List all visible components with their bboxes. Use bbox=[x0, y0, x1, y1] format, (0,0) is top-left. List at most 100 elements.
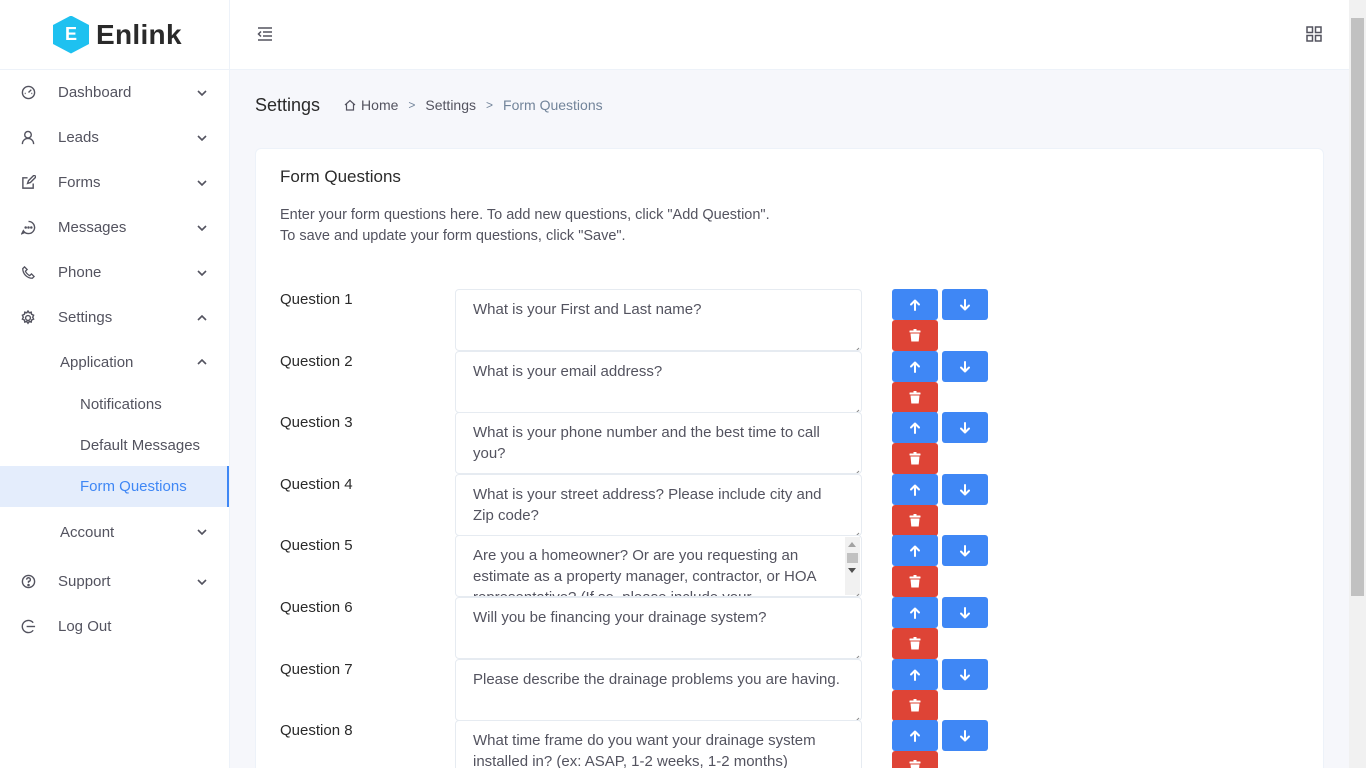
top-header bbox=[230, 0, 1349, 70]
move-down-button[interactable] bbox=[942, 412, 988, 443]
arrow-up-icon bbox=[909, 299, 921, 311]
logout-icon bbox=[20, 619, 36, 635]
question-textarea[interactable]: What is your First and Last name? bbox=[455, 289, 862, 351]
sidebar-item-notifications[interactable]: Notifications bbox=[0, 384, 229, 425]
arrow-down-icon bbox=[959, 606, 971, 619]
arrow-down-icon bbox=[959, 544, 971, 557]
resize-handle-icon[interactable] bbox=[851, 525, 860, 535]
move-down-button[interactable] bbox=[942, 597, 988, 628]
question-label: Question 6 bbox=[280, 599, 353, 616]
question-row: Question 2 What is your email address? bbox=[256, 351, 1323, 413]
trash-icon bbox=[909, 329, 921, 342]
breadcrumb-current: Form Questions bbox=[503, 97, 603, 113]
sidebar-item-logout[interactable]: Log Out bbox=[0, 604, 229, 649]
resize-handle-icon[interactable] bbox=[851, 463, 860, 473]
question-text: What time frame do you want your drainag… bbox=[473, 732, 816, 768]
move-down-button[interactable] bbox=[942, 351, 988, 382]
question-row: Question 5 Are you a homeowner? Or are yo… bbox=[256, 535, 1323, 597]
sidebar-item-default-messages[interactable]: Default Messages bbox=[0, 425, 229, 466]
question-icon bbox=[20, 574, 36, 590]
delete-question-button[interactable] bbox=[892, 566, 938, 597]
sidebar-item-account[interactable]: Account bbox=[0, 510, 229, 554]
move-down-button[interactable] bbox=[942, 720, 988, 751]
question-textarea[interactable]: Will you be financing your drainage syst… bbox=[455, 597, 862, 659]
move-up-button[interactable] bbox=[892, 474, 938, 505]
question-textarea[interactable]: What is your email address? bbox=[455, 351, 862, 413]
question-text: Will you be financing your drainage syst… bbox=[473, 609, 767, 626]
question-textarea[interactable]: What is your street address? Please incl… bbox=[455, 474, 862, 536]
delete-question-button[interactable] bbox=[892, 320, 938, 351]
sidebar-item-label: Leads bbox=[58, 129, 99, 146]
delete-question-button[interactable] bbox=[892, 690, 938, 721]
resize-handle-icon[interactable] bbox=[851, 710, 860, 720]
breadcrumb-home-label: Home bbox=[361, 97, 399, 113]
sidebar-item-label: Form Questions bbox=[80, 478, 187, 495]
scroll-up-icon[interactable] bbox=[848, 542, 856, 547]
question-label: Question 3 bbox=[280, 414, 353, 431]
sidebar-item-phone[interactable]: Phone bbox=[0, 250, 229, 295]
resize-handle-icon[interactable] bbox=[851, 402, 860, 412]
sidebar-item-support[interactable]: Support bbox=[0, 559, 229, 604]
resize-handle-icon[interactable] bbox=[851, 648, 860, 658]
breadcrumb-settings[interactable]: Settings bbox=[425, 97, 476, 113]
sidebar-item-forms[interactable]: Forms bbox=[0, 160, 229, 205]
move-down-button[interactable] bbox=[942, 535, 988, 566]
sidebar-item-settings[interactable]: Settings bbox=[0, 295, 229, 340]
home-icon bbox=[344, 99, 356, 111]
delete-question-button[interactable] bbox=[892, 628, 938, 659]
question-textarea[interactable]: What is your phone number and the best t… bbox=[455, 412, 862, 474]
delete-question-button[interactable] bbox=[892, 751, 938, 768]
sidebar-item-application[interactable]: Application bbox=[0, 340, 229, 384]
arrow-up-icon bbox=[909, 484, 921, 496]
move-up-button[interactable] bbox=[892, 535, 938, 566]
move-up-button[interactable] bbox=[892, 351, 938, 382]
question-textarea[interactable]: Please describe the drainage problems yo… bbox=[455, 659, 862, 721]
trash-icon bbox=[909, 391, 921, 404]
move-up-button[interactable] bbox=[892, 289, 938, 320]
delete-question-button[interactable] bbox=[892, 505, 938, 536]
move-up-button[interactable] bbox=[892, 659, 938, 690]
arrow-down-icon bbox=[959, 668, 971, 681]
apps-grid-icon[interactable] bbox=[1306, 26, 1322, 42]
delete-question-button[interactable] bbox=[892, 382, 938, 413]
move-down-button[interactable] bbox=[942, 289, 988, 320]
sidebar-item-form-questions[interactable]: Form Questions bbox=[0, 466, 229, 507]
chevron-down-icon bbox=[197, 577, 207, 587]
arrow-up-icon bbox=[909, 607, 921, 619]
move-down-button[interactable] bbox=[942, 659, 988, 690]
sidebar-item-dashboard[interactable]: Dashboard bbox=[0, 70, 229, 115]
trash-icon bbox=[909, 699, 921, 712]
page-scrollbar[interactable] bbox=[1349, 0, 1366, 768]
chevron-down-icon bbox=[197, 133, 207, 143]
chevron-up-icon bbox=[197, 313, 207, 323]
delete-question-button[interactable] bbox=[892, 443, 938, 474]
move-down-button[interactable] bbox=[942, 474, 988, 505]
scrollbar-thumb[interactable] bbox=[1351, 18, 1364, 596]
sidebar-item-leads[interactable]: Leads bbox=[0, 115, 229, 160]
question-textarea[interactable]: What time frame do you want your drainag… bbox=[455, 720, 862, 768]
question-label: Question 8 bbox=[280, 722, 353, 739]
scroll-down-icon[interactable] bbox=[848, 568, 856, 573]
question-label: Question 7 bbox=[280, 661, 353, 678]
question-label: Question 1 bbox=[280, 291, 353, 308]
move-up-button[interactable] bbox=[892, 412, 938, 443]
scrollbar-thumb[interactable] bbox=[847, 553, 858, 563]
brand-logo[interactable]: E Enlink bbox=[0, 0, 229, 70]
form-questions-card: Form Questions Enter your form questions… bbox=[255, 148, 1324, 768]
chevron-down-icon bbox=[197, 527, 207, 537]
move-up-button[interactable] bbox=[892, 720, 938, 751]
chevron-down-icon bbox=[197, 223, 207, 233]
resize-handle-icon[interactable] bbox=[851, 586, 860, 596]
breadcrumb-home[interactable]: Home bbox=[344, 97, 398, 113]
menu-fold-icon[interactable] bbox=[256, 26, 274, 42]
question-textarea[interactable]: Are you a homeowner? Or are you requesti… bbox=[455, 535, 862, 597]
breadcrumb: Home > Settings > Form Questions bbox=[344, 97, 603, 113]
chevron-down-icon bbox=[197, 178, 207, 188]
question-label: Question 2 bbox=[280, 353, 353, 370]
sidebar-item-label: Messages bbox=[58, 219, 127, 236]
resize-handle-icon[interactable] bbox=[851, 340, 860, 350]
sidebar-item-label: Default Messages bbox=[80, 437, 201, 454]
arrow-up-icon bbox=[909, 730, 921, 742]
move-up-button[interactable] bbox=[892, 597, 938, 628]
sidebar-item-messages[interactable]: Messages bbox=[0, 205, 229, 250]
